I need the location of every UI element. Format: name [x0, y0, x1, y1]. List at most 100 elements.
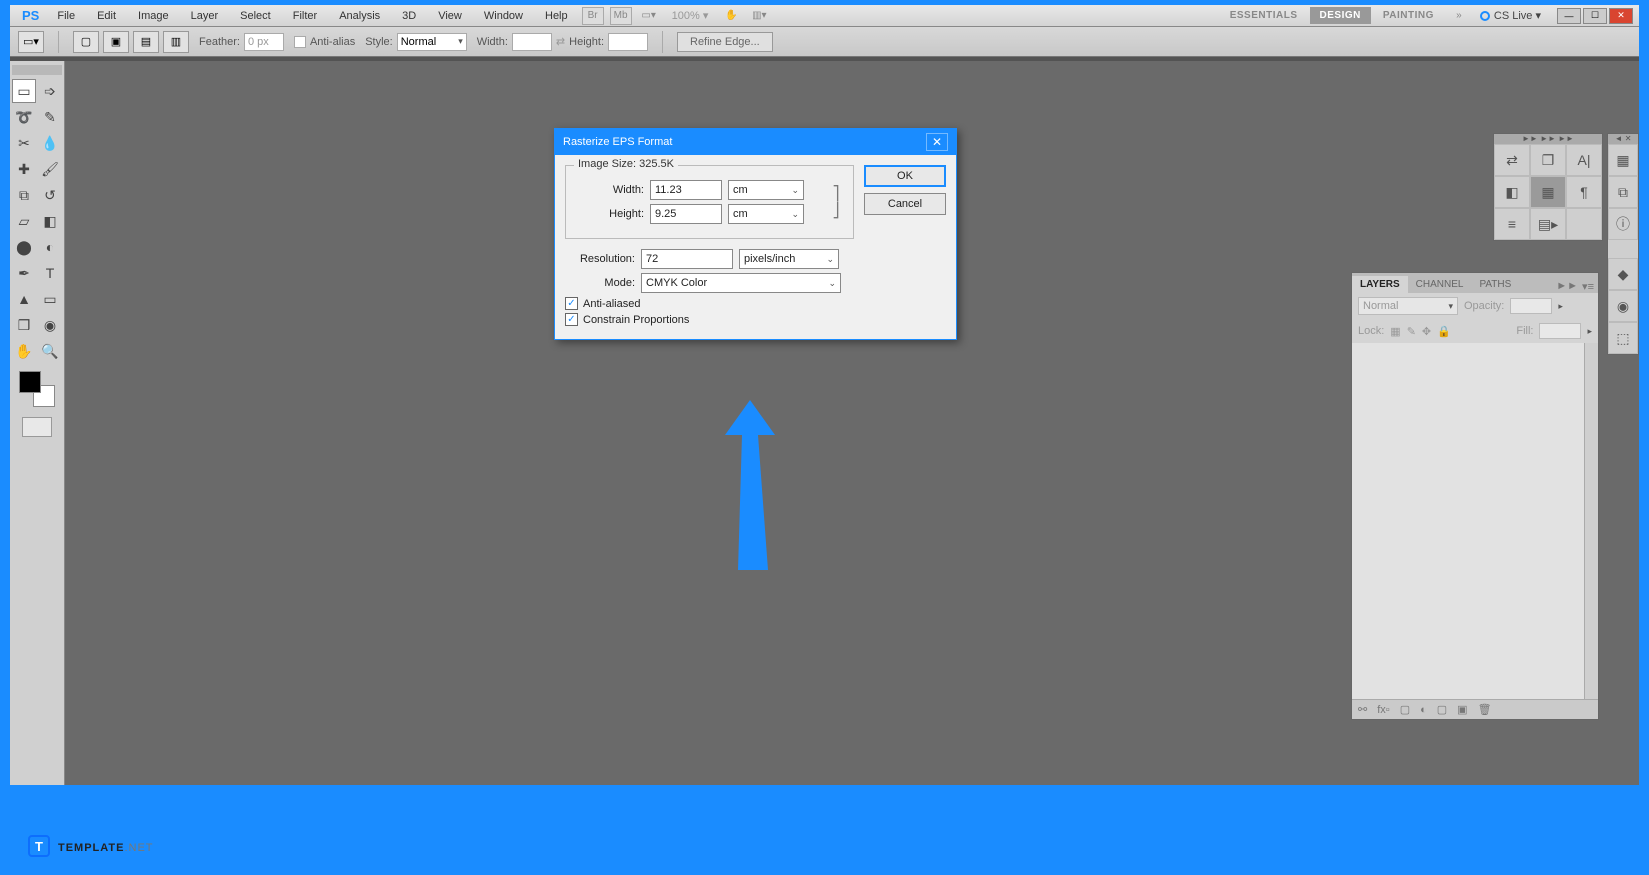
resolution-unit-select[interactable]: pixels/inch⌄ [739, 249, 839, 269]
crop-tool-icon[interactable]: ✂ [12, 131, 36, 155]
adjustment-layer-icon[interactable]: ◐ [1420, 704, 1427, 716]
minimize-button[interactable]: — [1557, 8, 1581, 24]
tab-paths[interactable]: PATHS [1471, 276, 1519, 293]
dialog-close-button[interactable]: ✕ [926, 133, 948, 151]
new-layer-icon[interactable]: ▣ [1457, 703, 1467, 716]
toolbox-grip[interactable] [12, 65, 62, 75]
hand-shortcut-icon[interactable]: ✋ [720, 7, 742, 25]
character-panel-icon[interactable]: A| [1566, 144, 1602, 176]
tab-channels[interactable]: CHANNEL [1408, 276, 1472, 293]
info-panel-icon[interactable]: ⓘ [1608, 208, 1638, 240]
maximize-button[interactable]: ☐ [1583, 8, 1607, 24]
blur-tool-icon[interactable]: ⬤ [12, 235, 36, 259]
type-tool-icon[interactable]: T [38, 261, 62, 285]
close-button[interactable]: ✕ [1609, 8, 1633, 24]
layers-strip-icon[interactable]: ◆ [1608, 258, 1638, 290]
adjustments-panel-icon[interactable]: ⇄ [1494, 144, 1530, 176]
path-select-tool-icon[interactable]: ▲ [12, 287, 36, 311]
layer-mask-icon[interactable]: ▢ [1400, 703, 1410, 716]
layer-group-icon[interactable]: ▢ [1437, 703, 1447, 716]
foreground-color-swatch[interactable] [19, 371, 41, 393]
layers-scrollbar[interactable] [1584, 343, 1598, 699]
workspace-more-icon[interactable]: » [1448, 7, 1470, 25]
pen-tool-icon[interactable]: ✒ [12, 261, 36, 285]
resolution-input[interactable] [641, 249, 733, 269]
menu-window[interactable]: Window [474, 8, 533, 24]
swatches-panel-icon[interactable]: ▦ [1530, 176, 1566, 208]
feather-input[interactable] [244, 33, 284, 51]
constrain-checkbox[interactable]: ✓ [565, 313, 578, 326]
lock-position-icon[interactable]: ✥ [1422, 325, 1431, 338]
3d-tool-icon[interactable]: ❒ [12, 313, 36, 337]
panel-grip[interactable]: ►► ►► ►► [1494, 134, 1602, 144]
swap-wh-icon[interactable]: ⇄ [556, 35, 565, 48]
opacity-input[interactable] [1510, 298, 1552, 314]
menu-image[interactable]: Image [128, 8, 179, 24]
tab-layers[interactable]: LAYERS [1352, 276, 1408, 293]
menu-select[interactable]: Select [230, 8, 281, 24]
hand-tool-icon[interactable]: ✋ [12, 339, 36, 363]
view-extras-icon[interactable]: ▥▾ [748, 7, 770, 25]
height-input[interactable] [650, 204, 722, 224]
fill-input[interactable] [1539, 323, 1581, 339]
selection-add-icon[interactable]: ▣ [103, 31, 129, 53]
menu-3d[interactable]: 3D [392, 8, 426, 24]
minibridge-icon[interactable]: Mb [610, 7, 632, 25]
masks-panel-icon[interactable]: ◧ [1494, 176, 1530, 208]
menu-view[interactable]: View [428, 8, 472, 24]
screen-arrangement-icon[interactable]: ▭▾ [638, 7, 660, 25]
lock-transparent-icon[interactable]: ▦ [1390, 325, 1400, 338]
dodge-tool-icon[interactable]: ◐ [38, 235, 62, 259]
workspace-essentials[interactable]: ESSENTIALS [1220, 7, 1308, 24]
brush-tool-icon[interactable]: 🖌 [38, 157, 62, 181]
lock-all-icon[interactable]: 🔒 [1437, 325, 1451, 338]
workspace-design[interactable]: DESIGN [1310, 7, 1371, 24]
menu-layer[interactable]: Layer [181, 8, 229, 24]
gradient-tool-icon[interactable]: ◧ [38, 209, 62, 233]
stamp-tool-icon[interactable]: ⧉ [12, 183, 36, 207]
eyedropper-tool-icon[interactable]: 💧 [38, 131, 62, 155]
workspace-painting[interactable]: PAINTING [1373, 7, 1444, 24]
move-tool-icon[interactable]: ➩ [38, 79, 62, 103]
antialias-checkbox[interactable] [294, 36, 306, 48]
bridge-icon[interactable]: Br [582, 7, 604, 25]
panel-expand-icon[interactable]: ►► [1556, 280, 1578, 293]
menu-analysis[interactable]: Analysis [329, 8, 390, 24]
lock-pixels-icon[interactable]: ✎ [1407, 325, 1416, 338]
style-select[interactable]: Normal▾ [397, 33, 467, 51]
height-unit-select[interactable]: cm⌄ [728, 204, 804, 224]
navigator-panel-icon[interactable]: ⧉ [1608, 176, 1638, 208]
blend-mode-select[interactable]: Normal▾ [1358, 297, 1458, 315]
dialog-titlebar[interactable]: Rasterize EPS Format ✕ [555, 129, 956, 155]
channels-strip-icon[interactable]: ◉ [1608, 290, 1638, 322]
zoom-level[interactable]: 100% ▾ [664, 9, 717, 22]
lasso-tool-icon[interactable]: ➰ [12, 105, 36, 129]
marquee-tool-icon[interactable]: ▭ [12, 79, 36, 103]
selection-new-icon[interactable]: ▢ [73, 31, 99, 53]
delete-layer-icon[interactable]: 🗑 [1478, 703, 1492, 716]
tool-preset-icon[interactable]: ▭▾ [18, 31, 44, 53]
heal-tool-icon[interactable]: ✚ [12, 157, 36, 181]
menu-filter[interactable]: Filter [283, 8, 327, 24]
layers-list[interactable] [1352, 343, 1598, 699]
layers-mini-icon[interactable]: ▤▸ [1530, 208, 1566, 240]
color-swatches[interactable] [19, 371, 55, 407]
constrain-link-icon[interactable]: ⎤⎦ [827, 176, 845, 228]
panel-menu-icon[interactable]: ▾≡ [1582, 280, 1594, 293]
width-unit-select[interactable]: cm⌄ [728, 180, 804, 200]
quickmask-icon[interactable] [22, 417, 52, 437]
zoom-tool-icon[interactable]: 🔍 [38, 339, 62, 363]
styles-panel-icon[interactable]: ❐ [1530, 144, 1566, 176]
menu-file[interactable]: File [47, 8, 85, 24]
selection-subtract-icon[interactable]: ▤ [133, 31, 159, 53]
color-panel-icon[interactable]: ▦ [1608, 144, 1638, 176]
link-layers-icon[interactable]: ⚯ [1358, 703, 1367, 716]
history-brush-tool-icon[interactable]: ↺ [38, 183, 62, 207]
paths-strip-icon[interactable]: ⬚ [1608, 322, 1638, 354]
3dcamera-tool-icon[interactable]: ◉ [38, 313, 62, 337]
mode-select[interactable]: CMYK Color⌄ [641, 273, 841, 293]
menu-help[interactable]: Help [535, 8, 578, 24]
cancel-button[interactable]: Cancel [864, 193, 946, 215]
width-input[interactable] [650, 180, 722, 200]
menu-edit[interactable]: Edit [87, 8, 126, 24]
